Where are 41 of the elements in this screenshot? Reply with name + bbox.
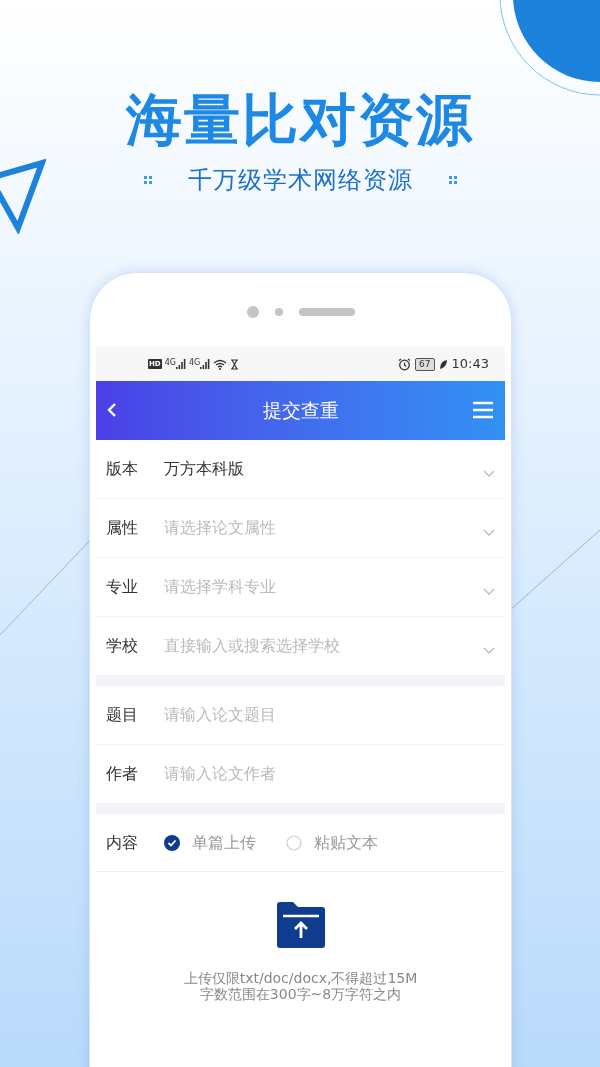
battery-indicator: 67	[415, 357, 435, 371]
folder-upload-icon	[276, 902, 325, 948]
wifi-icon	[213, 358, 228, 370]
alarm-icon	[398, 357, 412, 371]
network-type: 4G	[188, 359, 201, 367]
select-field[interactable]: 万方本科版	[164, 449, 495, 489]
signal-icon	[175, 359, 186, 369]
select-field[interactable]: 请选择学科专业	[164, 567, 495, 607]
dots-icon	[448, 176, 457, 184]
field-label: 学校	[106, 635, 139, 657]
menu-icon	[473, 401, 493, 419]
input-field[interactable]: 请输入论文作者	[164, 754, 495, 794]
banner-subtitle: 千万级学术网络资源	[187, 165, 413, 196]
leaf-icon	[438, 358, 448, 370]
field-label: 版本	[106, 458, 139, 480]
field-label: 作者	[106, 763, 139, 785]
dots-icon	[143, 176, 152, 184]
chevron-down-icon	[483, 588, 495, 596]
select-field[interactable]: 直接输入或搜索选择学校	[164, 626, 495, 666]
network-type: 4G	[164, 359, 176, 367]
banner-title: 海量比对资源	[126, 88, 474, 152]
radio-option[interactable]: 粘贴文本	[286, 830, 378, 855]
page-title: 提交查重	[262, 398, 339, 424]
back-icon	[107, 402, 117, 418]
field-label: 专业	[106, 576, 139, 598]
speaker-grille	[298, 308, 355, 316]
chevron-down-icon	[483, 470, 495, 478]
input-field[interactable]: 请输入论文题目	[164, 695, 495, 735]
field-label: 题目	[106, 704, 139, 726]
radio-option[interactable]: 单篇上传	[164, 830, 256, 855]
select-field[interactable]: 请选择论文属性	[164, 508, 495, 548]
clock-time: 10:43	[451, 355, 489, 374]
field-label: 内容	[106, 831, 139, 854]
chevron-down-icon	[483, 647, 495, 655]
signal-icon	[200, 359, 211, 369]
upload-hint: 上传仅限txt/doc/docx,不得超过15M 字数范围在300字~8万字符之内	[183, 970, 418, 1002]
hourglass-icon	[230, 358, 240, 370]
chevron-down-icon	[483, 529, 495, 537]
field-label: 属性	[106, 517, 139, 539]
sensor-icon	[274, 308, 283, 316]
menu-button[interactable]	[473, 401, 493, 419]
